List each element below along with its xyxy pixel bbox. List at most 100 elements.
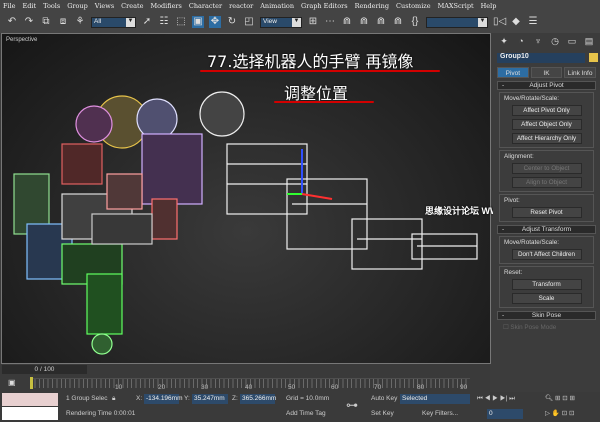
menu-create[interactable]: Create	[121, 2, 143, 10]
checkbox-label: Skin Pose Mode	[510, 324, 557, 331]
manipulate-icon[interactable]: ⋯	[324, 16, 336, 28]
spinner-snap-icon[interactable]: ⋒	[392, 16, 404, 28]
key-icon[interactable]: ⊶	[346, 399, 358, 411]
skin-pose-mode-checkbox[interactable]: ☐ Skin Pose Mode	[503, 324, 590, 331]
reference-coord-select[interactable]: View ▼	[260, 16, 302, 28]
object-name-field[interactable]: Group10	[497, 53, 585, 63]
tick-label: 50	[288, 384, 296, 391]
menu-graph-editors[interactable]: Graph Editors	[301, 2, 348, 10]
pivot-center-icon[interactable]: ⊞	[307, 16, 319, 28]
bind-space-warp-icon[interactable]: ⚘	[74, 16, 86, 28]
unlink-icon[interactable]: ⧈	[57, 16, 69, 28]
dont-affect-children-button[interactable]: Don't Affect Children	[511, 249, 582, 260]
time-marker[interactable]	[30, 377, 33, 389]
create-tab-icon[interactable]: ✦	[497, 36, 511, 48]
group-label: Reset:	[504, 269, 523, 276]
menu-views[interactable]: Views	[95, 2, 114, 10]
percent-snap-icon[interactable]: ⋒	[375, 16, 387, 28]
motion-tab-icon[interactable]: ◷	[548, 36, 562, 48]
tick-label: 30	[201, 384, 209, 391]
grid-size: Grid = 10.0mm	[286, 395, 330, 402]
named-selection-select[interactable]: ▼	[426, 16, 488, 28]
reset-pivot-button[interactable]: Reset Pivot	[511, 207, 582, 218]
tab-pivot[interactable]: Pivot	[497, 67, 529, 78]
rotate-icon[interactable]: ↻	[226, 16, 238, 28]
display-tab-icon[interactable]: ▭	[565, 36, 579, 48]
adjust-transform-rollout[interactable]: - Adjust Transform	[497, 225, 596, 234]
reset-group: Reset: Transform Scale	[499, 266, 594, 308]
edit-named-selection-icon[interactable]: {}	[409, 16, 421, 28]
main-toolbar: ↶ ↷ ⧉ ⧈ ⚘ All ▼ ➚ ☷ ⬚ ▣ ✥ ↻ ◰ View ▼ ⊞ ⋯ ⋒…	[0, 11, 600, 33]
move-icon[interactable]: ✥	[209, 16, 221, 28]
undo-icon[interactable]: ↶	[6, 16, 18, 28]
object-color-swatch[interactable]	[589, 53, 598, 62]
menu-help[interactable]: Help	[481, 2, 497, 10]
perspective-viewport[interactable]: Perspective 77.选择机器人的手臂 再镜像 调整位置	[1, 33, 491, 364]
adjust-pivot-rollout[interactable]: - Adjust Pivot	[497, 81, 596, 90]
chevron-down-icon: ▼	[126, 17, 135, 27]
set-key-button[interactable]: Set Key	[371, 409, 394, 419]
status-bar: 1 Group Selec 🔒︎ X: -134.196mm Y: 35.247…	[0, 392, 600, 422]
layer-manager-icon[interactable]: ☰	[527, 16, 539, 28]
menu-reactor[interactable]: reactor	[229, 2, 253, 10]
reset-transform-button[interactable]: Transform	[511, 279, 582, 290]
utilities-tab-icon[interactable]: ▤	[582, 36, 596, 48]
selection-filter-value: All	[94, 17, 102, 25]
viewport-nav-icons-2[interactable]: ▷ ✋ ⊡ ⊡	[545, 409, 574, 419]
z-coordinate-field[interactable]: 365.266mm	[240, 394, 276, 404]
key-filters-button[interactable]: Key Filters...	[422, 409, 458, 419]
mirror-icon[interactable]: ▯◁	[493, 16, 506, 28]
skin-pose-rollout[interactable]: - Skin Pose	[497, 311, 596, 320]
menu-maxscript[interactable]: MAXScript	[438, 2, 474, 10]
hierarchy-tab-icon[interactable]: ♆	[531, 36, 545, 48]
menu-character[interactable]: Character	[189, 2, 222, 10]
playback-controls[interactable]: ⏮ ◀ ▶ ▶| ⏭	[477, 394, 515, 404]
current-frame-field[interactable]: 0	[487, 409, 523, 419]
rollout-title: Adjust Transform	[521, 226, 572, 233]
x-coordinate-field[interactable]: -134.196mm	[144, 394, 183, 404]
viewport-nav-icons[interactable]: 🔍︎ ⊞ ⊡ ⊞	[545, 394, 575, 404]
menu-file[interactable]: File	[3, 2, 16, 10]
tick-label: 20	[158, 384, 166, 391]
select-by-name-icon[interactable]: ☷	[158, 16, 170, 28]
menu-tools[interactable]: Tools	[43, 2, 60, 10]
angle-snap-icon[interactable]: ⋒	[358, 16, 370, 28]
key-mode-select[interactable]: Selected	[400, 394, 470, 404]
time-slider[interactable]: 0 / 100	[2, 365, 87, 374]
menu-modifiers[interactable]: Modifiers	[150, 2, 181, 10]
center-to-object-button[interactable]: Center to Object	[511, 163, 582, 174]
curve-editor-icon[interactable]: ▣	[8, 378, 16, 387]
group-label: Alignment:	[504, 153, 534, 160]
menu-customize[interactable]: Customize	[396, 2, 431, 10]
select-icon[interactable]: ➚	[141, 16, 153, 28]
y-coordinate-field[interactable]: 35.247mm	[192, 394, 228, 404]
align-to-object-button[interactable]: Align to Object	[511, 177, 582, 188]
reset-scale-button[interactable]: Scale	[511, 293, 582, 304]
selection-filter-select[interactable]: All ▼	[91, 16, 136, 28]
align-icon[interactable]: ◆	[510, 16, 522, 28]
menu-rendering[interactable]: Rendering	[355, 2, 389, 10]
affect-hierarchy-only-button[interactable]: Affect Hierarchy Only	[511, 133, 582, 144]
menu-group[interactable]: Group	[67, 2, 88, 10]
affect-object-only-button[interactable]: Affect Object Only	[511, 119, 582, 130]
add-time-tag-button[interactable]: Add Time Tag	[286, 409, 326, 419]
command-panel-tabs: ✦ ◔ ♆ ◷ ▭ ▤	[493, 33, 600, 51]
menu-animation[interactable]: Animation	[260, 2, 294, 10]
tab-link-info[interactable]: Link Info	[564, 67, 597, 78]
window-crossing-icon[interactable]: ▣	[192, 16, 204, 28]
link-icon[interactable]: ⧉	[40, 16, 52, 28]
lock-icon[interactable]: 🔒︎	[112, 394, 115, 404]
scale-icon[interactable]: ◰	[243, 16, 255, 28]
alignment-group: Alignment: Center to Object Align to Obj…	[499, 150, 594, 192]
auto-key-button[interactable]: Auto Key	[371, 394, 397, 404]
maxscript-input[interactable]	[2, 407, 58, 420]
snap-2-5d-icon[interactable]: ⋒	[341, 16, 353, 28]
modify-tab-icon[interactable]: ◔	[514, 36, 528, 48]
region-select-icon[interactable]: ⬚	[175, 16, 187, 28]
affect-pivot-only-button[interactable]: Affect Pivot Only	[511, 105, 582, 116]
menu-edit[interactable]: Edit	[23, 2, 37, 10]
redo-icon[interactable]: ↷	[23, 16, 35, 28]
tab-ik[interactable]: IK	[530, 67, 563, 78]
command-panel: ✦ ◔ ♆ ◷ ▭ ▤ Group10 Pivot IK Link Info -…	[493, 33, 600, 389]
maxscript-listener[interactable]	[2, 393, 58, 406]
